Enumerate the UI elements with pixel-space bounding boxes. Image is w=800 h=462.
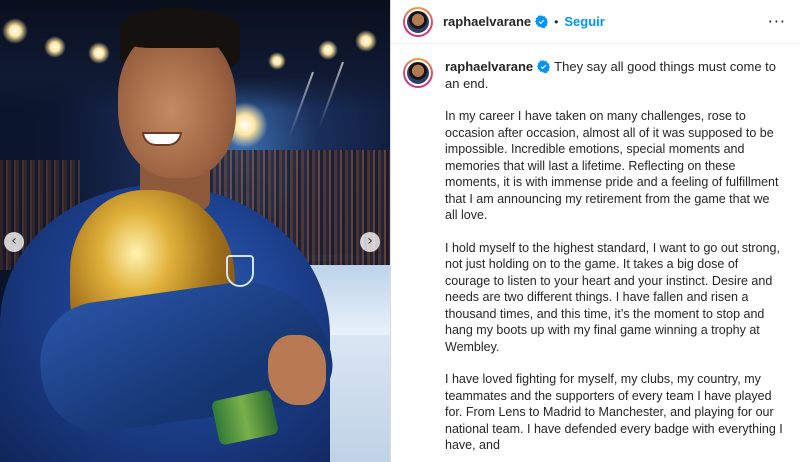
post-header: raphaelvarane • Seguir ··· [391,0,800,44]
player-hair-top [120,8,240,48]
caption-row: raphaelvarane They say all good things m… [403,58,784,92]
verified-badge-icon [537,60,551,73]
username-link[interactable]: raphaelvarane [443,14,531,29]
player-hand [268,335,326,405]
caption-paragraph: In my career I have taken on many challe… [445,109,779,222]
username-link[interactable]: raphaelvarane [445,59,533,74]
chevron-right-icon[interactable]: › [360,232,380,252]
player-face [118,28,236,178]
stadium-light [2,18,28,44]
stadium-light [355,30,377,52]
caption-text: raphaelvarane They say all good things m… [445,58,784,92]
caption-paragraph: I have loved fighting for myself, my clu… [445,372,783,452]
stadium-light [44,36,66,58]
stadium-light [268,52,286,70]
follow-button[interactable]: Seguir [564,14,604,29]
instagram-post: ‹ › raphaelvarane • Seguir ··· raphaelva… [0,0,800,462]
chevron-left-icon[interactable]: ‹ [4,232,24,252]
more-options-icon[interactable]: ··· [768,12,786,31]
verified-badge-icon [535,15,549,28]
caption-area: raphaelvarane They say all good things m… [391,44,800,462]
post-photo[interactable]: ‹ › [0,0,390,462]
avatar[interactable] [403,58,433,88]
post-sidebar: raphaelvarane • Seguir ··· raphaelvarane… [390,0,800,462]
team-crest [226,255,254,287]
avatar[interactable] [403,6,433,37]
stadium-light [88,42,110,64]
separator-dot: • [554,14,559,29]
caption-paragraph: I hold myself to the highest standard, I… [445,240,780,354]
stadium-light [318,40,338,60]
